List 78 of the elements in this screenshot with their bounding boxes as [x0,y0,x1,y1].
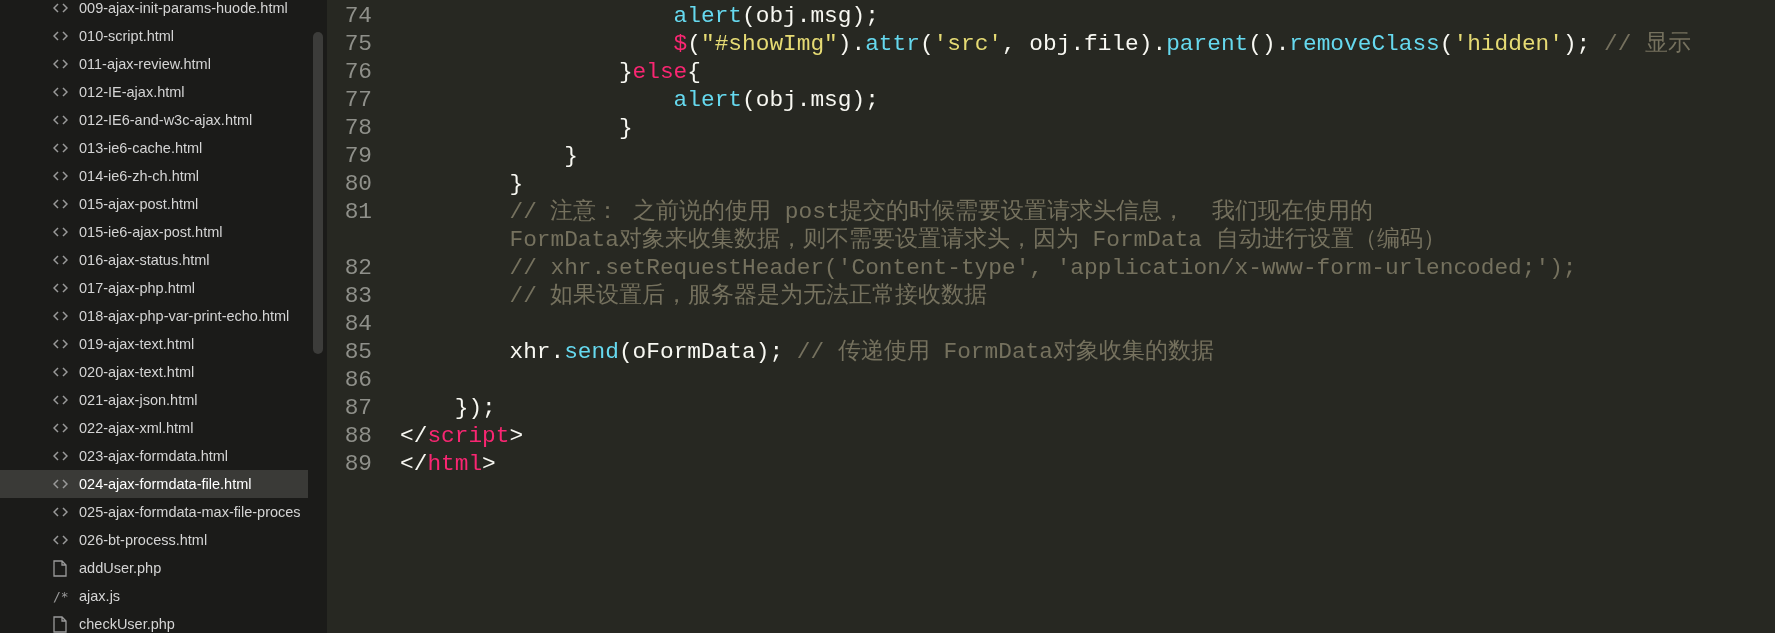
sidebar-item[interactable]: 013-ie6-cache.html [0,134,308,162]
line-number: 78 [343,114,372,142]
sidebar-item[interactable]: 023-ajax-formdata.html [0,442,308,470]
line-number: 76 [343,58,372,86]
comment-icon: /* [53,588,69,604]
code-icon [53,367,68,377]
code-line: } [509,171,524,197]
scrollbar-thumb[interactable] [312,32,323,354]
sidebar-item[interactable]: 015-ajax-post.html [0,190,308,218]
sidebar-item[interactable]: addUser.php [0,554,308,582]
code-icon [53,507,68,517]
line-number: 89 [343,450,372,478]
code-line: // 注意： 之前说的使用 post提交的时候需要设置请求头信息， 我们现在使用的 [509,199,1373,225]
code-line: // xhr.setRequestHeader('Content-type', 'application/x-www-form-urlencoded;'); [509,255,1577,281]
sidebar-item[interactable]: 012-IE6-and-w3c-ajax.html [0,106,308,134]
line-number: 84 [343,310,372,338]
code-icon [53,339,68,349]
sidebar-item[interactable]: 017-ajax-php.html [0,274,308,302]
code-line: alert(obj.msg); [673,87,879,113]
line-number: 80 [343,170,372,198]
code-icon [53,3,68,13]
sidebar-item[interactable]: 011-ajax-review.html [0,50,308,78]
code-icon [53,311,68,321]
code-icon [53,423,68,433]
document-icon [53,559,67,577]
code-line: $("#showImg").attr('src', obj.file).parent().removeClass('hidden'); // 显示 [673,31,1692,57]
line-number: 77 [343,86,372,114]
sidebar-item[interactable]: 014-ie6-zh-ch.html [0,162,308,190]
code-icon [53,171,68,181]
code-icon [53,479,68,489]
sidebar-item[interactable]: 009-ajax-init-params-huode.html [0,0,308,22]
sidebar-item[interactable]: 025-ajax-formdata-max-file-proces [0,498,308,526]
code-icon [53,227,68,237]
code-line: xhr.send(oFormData); // 传递使用 FormData对象收集的数据 [509,339,1214,365]
sidebar-item[interactable]: 012-IE-ajax.html [0,78,308,106]
code-line: } [618,115,633,141]
code-line: FormData对象来收集数据，则不需要设置请求头，因为 FormData 自动进行设置（编码） [509,227,1446,253]
line-number: 87 [343,394,372,422]
code-line: } [564,143,578,169]
code-icon [53,31,68,41]
code-line: </html> [400,451,496,477]
sidebar-item[interactable]: 019-ajax-text.html [0,330,308,358]
line-number: 79 [343,142,372,170]
code-icon [53,115,68,125]
sidebar-item[interactable]: 020-ajax-text.html [0,358,308,386]
code-line: }); [454,395,496,421]
sidebar-item[interactable]: 015-ie6-ajax-post.html [0,218,308,246]
code-icon [53,451,68,461]
sidebar-item[interactable]: /* ajax.js [0,582,308,610]
code-icon [53,535,68,545]
sidebar-item[interactable]: 026-bt-process.html [0,526,308,554]
sidebar-item[interactable]: 010-script.html [0,22,308,50]
line-number: 88 [343,422,372,450]
code-line: alert(obj.msg); [673,3,879,29]
code-icon [53,283,68,293]
code-icon [53,59,68,69]
line-number: 83 [343,282,372,310]
sidebar-item[interactable]: checkUser.php [0,610,308,633]
line-number: 81 [343,198,372,226]
sidebar-item[interactable]: 024-ajax-formdata-file.html [0,470,308,498]
line-number: 82 [343,254,372,282]
document-icon [53,615,67,633]
sidebar-item[interactable]: 016-ajax-status.html [0,246,308,274]
sidebar-item[interactable]: 018-ajax-php-var-print-echo.html [0,302,308,330]
code-line: }else{ [618,59,701,85]
sidebar-item[interactable]: 021-ajax-json.html [0,386,308,414]
code-icon [53,255,68,265]
code-line: </script> [400,423,524,449]
code-icon [53,395,68,405]
line-number: 85 [343,338,372,366]
sidebar-item[interactable]: 022-ajax-xml.html [0,414,308,442]
line-number: 74 [343,2,372,30]
code-line: // 如果设置后，服务器是为无法正常接收数据 [509,283,988,309]
code-icon [53,87,68,97]
code-icon [53,143,68,153]
code-icon [53,199,68,209]
line-number: 86 [343,366,372,394]
line-number: 75 [343,30,372,58]
